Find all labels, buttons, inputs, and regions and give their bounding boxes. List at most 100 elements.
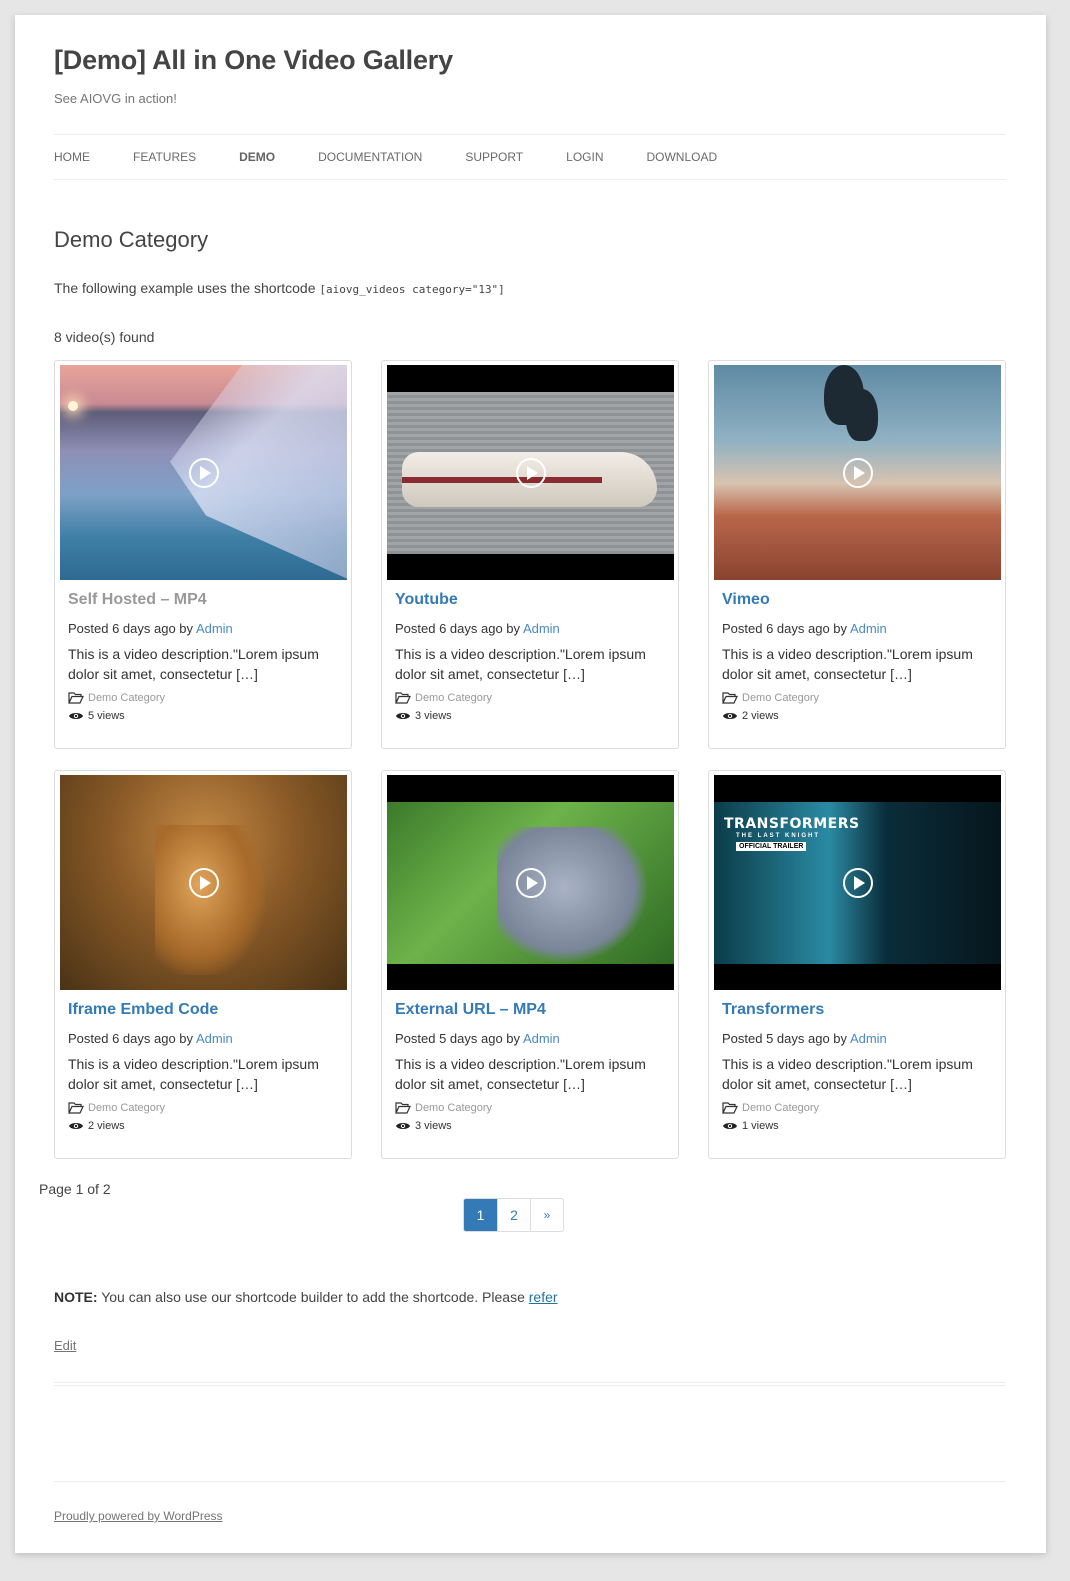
video-thumbnail[interactable] — [387, 365, 674, 580]
eye-icon — [396, 1123, 410, 1129]
play-icon[interactable] — [188, 867, 219, 898]
nav-item-home[interactable]: HOME — [54, 150, 90, 164]
video-thumbnail[interactable] — [387, 775, 674, 990]
posted-text: Posted 6 days ago by — [722, 621, 848, 636]
category-link[interactable]: Demo Category — [415, 1102, 492, 1114]
category-link[interactable]: Demo Category — [742, 1102, 819, 1114]
folder-open-icon — [395, 692, 411, 704]
views-count: 3 views — [415, 710, 452, 722]
intro-paragraph: The following example uses the shortcode… — [54, 280, 505, 296]
note-label: NOTE: — [54, 1289, 98, 1305]
site-title[interactable]: [Demo] All in One Video Gallery — [54, 45, 453, 76]
content-divider — [54, 1382, 1006, 1386]
video-views: 2 views — [722, 710, 997, 722]
nav-item-features[interactable]: FEATURES — [133, 150, 196, 164]
views-count: 3 views — [415, 1120, 452, 1132]
wordpress-credit-link[interactable]: Proudly powered by WordPress — [54, 1509, 223, 1523]
nav-item-download[interactable]: DOWNLOAD — [646, 150, 717, 164]
play-icon[interactable] — [515, 457, 546, 488]
video-category: Demo Category — [68, 1102, 343, 1114]
video-category: Demo Category — [68, 692, 343, 704]
posted-text: Posted 5 days ago by — [395, 1031, 521, 1046]
views-count: 1 views — [742, 1120, 779, 1132]
video-card: Iframe Embed Code Posted 6 days ago by A… — [54, 770, 352, 1159]
video-card: Vimeo Posted 6 days ago by Admin This is… — [708, 360, 1006, 749]
video-meta: Posted 6 days ago by Admin — [68, 1031, 343, 1046]
video-card: TRANSFORMERS THE LAST KNIGHT OFFICIAL TR… — [708, 770, 1006, 1159]
refer-link[interactable]: refer — [529, 1289, 558, 1305]
folder-open-icon — [395, 1102, 411, 1114]
next-page-button[interactable]: » — [530, 1199, 563, 1231]
video-views: 5 views — [68, 710, 343, 722]
video-description: This is a video description."Lorem ipsum… — [722, 646, 973, 682]
posted-text: Posted 6 days ago by — [68, 621, 194, 636]
author-link[interactable]: Admin — [196, 1031, 233, 1046]
play-icon[interactable] — [842, 457, 873, 488]
author-link[interactable]: Admin — [523, 1031, 560, 1046]
nav-item-documentation[interactable]: DOCUMENTATION — [318, 150, 422, 164]
video-thumbnail[interactable]: TRANSFORMERS THE LAST KNIGHT OFFICIAL TR… — [714, 775, 1001, 990]
video-title[interactable]: Youtube — [395, 591, 670, 609]
video-category: Demo Category — [395, 692, 670, 704]
video-title[interactable]: Self Hosted – MP4 — [68, 591, 343, 609]
video-card: Youtube Posted 6 days ago by Admin This … — [381, 360, 679, 749]
eye-icon — [396, 713, 410, 719]
category-link[interactable]: Demo Category — [415, 692, 492, 704]
posted-text: Posted 6 days ago by — [395, 621, 521, 636]
footer-divider — [54, 1481, 1006, 1482]
video-title[interactable]: Iframe Embed Code — [68, 1001, 343, 1019]
nav-item-support[interactable]: SUPPORT — [465, 150, 523, 164]
edit-link[interactable]: Edit — [54, 1338, 76, 1353]
video-thumbnail[interactable] — [60, 365, 347, 580]
pagination-info: Page 1 of 2 — [39, 1181, 111, 1197]
video-card: Self Hosted – MP4 Posted 6 days ago by A… — [54, 360, 352, 749]
views-count: 5 views — [88, 710, 125, 722]
video-title[interactable]: External URL – MP4 — [395, 1001, 670, 1019]
video-description: This is a video description."Lorem ipsum… — [68, 1056, 319, 1092]
author-link[interactable]: Admin — [196, 621, 233, 636]
page-title: Demo Category — [54, 227, 209, 252]
video-meta: Posted 6 days ago by Admin — [395, 621, 670, 636]
views-count: 2 views — [88, 1120, 125, 1132]
page-2-button[interactable]: 2 — [497, 1199, 530, 1231]
eye-icon — [723, 713, 737, 719]
category-link[interactable]: Demo Category — [88, 692, 165, 704]
video-thumbnail[interactable] — [60, 775, 347, 990]
category-link[interactable]: Demo Category — [88, 1102, 165, 1114]
intro-text: The following example uses the shortcode — [54, 280, 316, 296]
play-icon[interactable] — [515, 867, 546, 898]
folder-open-icon — [722, 692, 738, 704]
video-views: 1 views — [722, 1120, 997, 1132]
nav-item-login[interactable]: LOGIN — [566, 150, 603, 164]
video-category: Demo Category — [395, 1102, 670, 1114]
main-navigation: HOME FEATURES DEMO DOCUMENTATION SUPPORT… — [54, 134, 1006, 180]
video-meta: Posted 6 days ago by Admin — [68, 621, 343, 636]
play-icon[interactable] — [842, 867, 873, 898]
play-icon[interactable] — [188, 457, 219, 488]
video-description: This is a video description."Lorem ipsum… — [395, 646, 646, 682]
video-description: This is a video description."Lorem ipsum… — [722, 1056, 973, 1092]
video-title[interactable]: Transformers — [722, 1001, 997, 1019]
pagination: 1 2 » — [463, 1198, 564, 1232]
thumbnail-logo-text: TRANSFORMERS — [724, 816, 860, 832]
video-views: 3 views — [395, 710, 670, 722]
video-meta: Posted 5 days ago by Admin — [395, 1031, 670, 1046]
shortcode: [aiovg_videos category="13"] — [319, 283, 505, 296]
author-link[interactable]: Admin — [523, 621, 560, 636]
video-meta: Posted 5 days ago by Admin — [722, 1031, 997, 1046]
video-card: External URL – MP4 Posted 5 days ago by … — [381, 770, 679, 1159]
video-description: This is a video description."Lorem ipsum… — [395, 1056, 646, 1092]
note-paragraph: NOTE: You can also use our shortcode bui… — [54, 1289, 558, 1305]
video-meta: Posted 6 days ago by Admin — [722, 621, 997, 636]
author-link[interactable]: Admin — [850, 1031, 887, 1046]
video-title[interactable]: Vimeo — [722, 591, 997, 609]
posted-text: Posted 6 days ago by — [68, 1031, 194, 1046]
eye-icon — [69, 713, 83, 719]
author-link[interactable]: Admin — [850, 621, 887, 636]
page-container: [Demo] All in One Video Gallery See AIOV… — [15, 15, 1046, 1553]
thumbnail-subtitle: THE LAST KNIGHT — [736, 833, 820, 839]
nav-item-demo[interactable]: DEMO — [239, 150, 275, 164]
page-1-button[interactable]: 1 — [464, 1199, 497, 1231]
category-link[interactable]: Demo Category — [742, 692, 819, 704]
video-thumbnail[interactable] — [714, 365, 1001, 580]
